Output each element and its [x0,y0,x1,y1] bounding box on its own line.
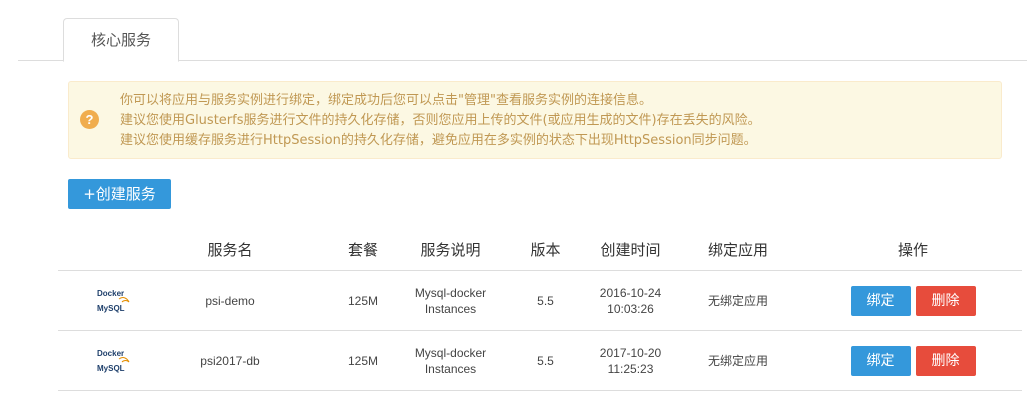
service-desc-line2: Instances [424,302,477,316]
header-plan: 套餐 [347,241,378,259]
header-ops: 操作 [897,241,928,259]
service-version: 5.5 [537,354,554,368]
logo-docker-text: Docker [97,289,124,298]
alert-text: 你可以将应用与服务实例进行绑定，绑定成功后您可以点击"管理"查看服务实例的连接信… [120,91,761,151]
service-plan: 125M [347,294,379,308]
docker-mysql-logo: Docker MySQL [97,349,130,373]
delete-button[interactable]: 删除 [915,286,976,316]
bind-button[interactable]: 绑定 [850,346,911,376]
service-desc-line2: Instances [424,362,477,376]
service-version: 5.5 [537,294,554,308]
dolphin-shape [118,357,130,363]
alert-line: 建议您使用缓存服务进行HttpSession的持久化存储，避免应用在多实例的状态… [120,133,757,148]
tab-core-services[interactable]: 核心服务 [63,18,179,62]
service-desc-line1: Mysql-docker [414,286,487,300]
service-created: 2016-10-24 10:03:26 [588,271,673,331]
service-name: psi-demo [205,294,255,308]
service-plan: 125M [347,354,379,368]
header-desc: 服务说明 [420,241,481,259]
service-desc: Mysql-docker Instances [403,331,498,391]
header-name: 服务名 [207,241,253,259]
bound-app: 无绑定应用 [707,354,768,368]
header-created: 创建时间 [600,241,661,259]
delete-button[interactable]: 删除 [915,346,976,376]
create-service-button[interactable]: +创建服务 [68,179,171,209]
created-date: 2017-10-20 [599,346,662,360]
ops-cell: 绑定 删除 [838,331,988,391]
created-time: 10:03:26 [607,302,654,316]
service-logo-cell: Docker MySQL [58,331,170,391]
services-table: 服务名 套餐 服务说明 版本 创建时间 绑定应用 操作 Docker MySQL… [58,229,1022,391]
info-alert: ? 你可以将应用与服务实例进行绑定，绑定成功后您可以点击"管理"查看服务实例的连… [68,81,1002,159]
alert-line: 你可以将应用与服务实例进行绑定，绑定成功后您可以点击"管理"查看服务实例的连接信… [120,93,652,108]
bound-app: 无绑定应用 [707,294,768,308]
ops-cell: 绑定 删除 [838,271,988,331]
header-bound-app: 绑定应用 [707,241,768,259]
logo-docker-text: Docker [97,349,124,358]
table-row: Docker MySQL psi2017-db 125M Mysql-docke… [58,331,1022,391]
bind-button[interactable]: 绑定 [850,286,911,316]
header-version: 版本 [530,241,561,259]
table-header: 服务名 套餐 服务说明 版本 创建时间 绑定应用 操作 [58,229,1022,271]
table-row: Docker MySQL psi-demo 125M Mysql-docker … [58,271,1022,331]
question-circle-icon: ? [80,110,99,129]
service-desc-line1: Mysql-docker [414,346,487,360]
service-created: 2017-10-20 11:25:23 [588,331,673,391]
created-time: 11:25:23 [607,362,654,376]
logo-mysql-text: MySQL [97,304,125,313]
docker-mysql-logo: Docker MySQL [97,289,130,313]
logo-mysql-text: MySQL [97,364,125,373]
service-logo-cell: Docker MySQL [58,271,170,331]
created-date: 2016-10-24 [599,286,662,300]
service-desc: Mysql-docker Instances [403,271,498,331]
tab-bar: 核心服务 [18,0,1027,62]
service-name: psi2017-db [200,354,260,368]
dolphin-shape [118,297,130,303]
alert-line: 建议您使用Glusterfs服务进行文件的持久化存储，否则您应用上传的文件(或应… [120,113,761,128]
